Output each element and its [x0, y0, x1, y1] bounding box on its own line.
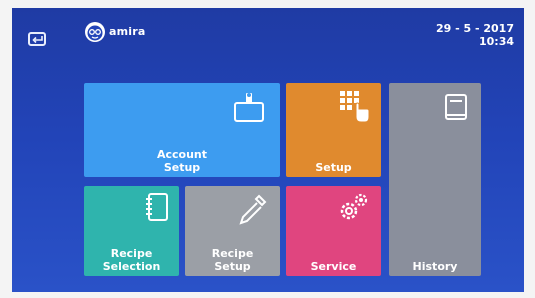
- screen: amira 29 - 5 - 2017 10:34 Account Setup: [12, 8, 524, 292]
- brand-name: amira: [109, 25, 146, 38]
- setup-tile[interactable]: Setup: [286, 83, 381, 177]
- date-display: 29 - 5 - 2017: [435, 22, 514, 35]
- account-setup-tile[interactable]: Account Setup: [84, 83, 280, 177]
- gears-icon: [336, 192, 370, 227]
- recipe-setup-tile[interactable]: Recipe Setup: [185, 186, 280, 276]
- back-icon[interactable]: [28, 32, 46, 46]
- account-setup-label: Account Setup: [156, 148, 208, 174]
- history-tile[interactable]: History: [389, 83, 481, 276]
- setup-label: Setup: [315, 161, 352, 174]
- notebook-icon: [144, 192, 170, 227]
- recipe-setup-label: Recipe Setup: [211, 247, 254, 273]
- recipe-selection-label: Recipe Selection: [102, 247, 161, 273]
- recipe-selection-tile[interactable]: Recipe Selection: [84, 186, 179, 276]
- amira-logo-icon: [84, 21, 106, 43]
- time-display: 10:34: [478, 35, 514, 48]
- service-tile[interactable]: Service: [286, 186, 381, 276]
- keypad-touch-icon: [338, 89, 372, 128]
- book-icon: [443, 93, 469, 126]
- history-label: History: [412, 260, 458, 273]
- dropper-icon: [237, 192, 269, 229]
- id-card-icon: [232, 91, 266, 126]
- top-bar: amira 29 - 5 - 2017 10:34: [12, 8, 524, 68]
- service-label: Service: [310, 260, 357, 273]
